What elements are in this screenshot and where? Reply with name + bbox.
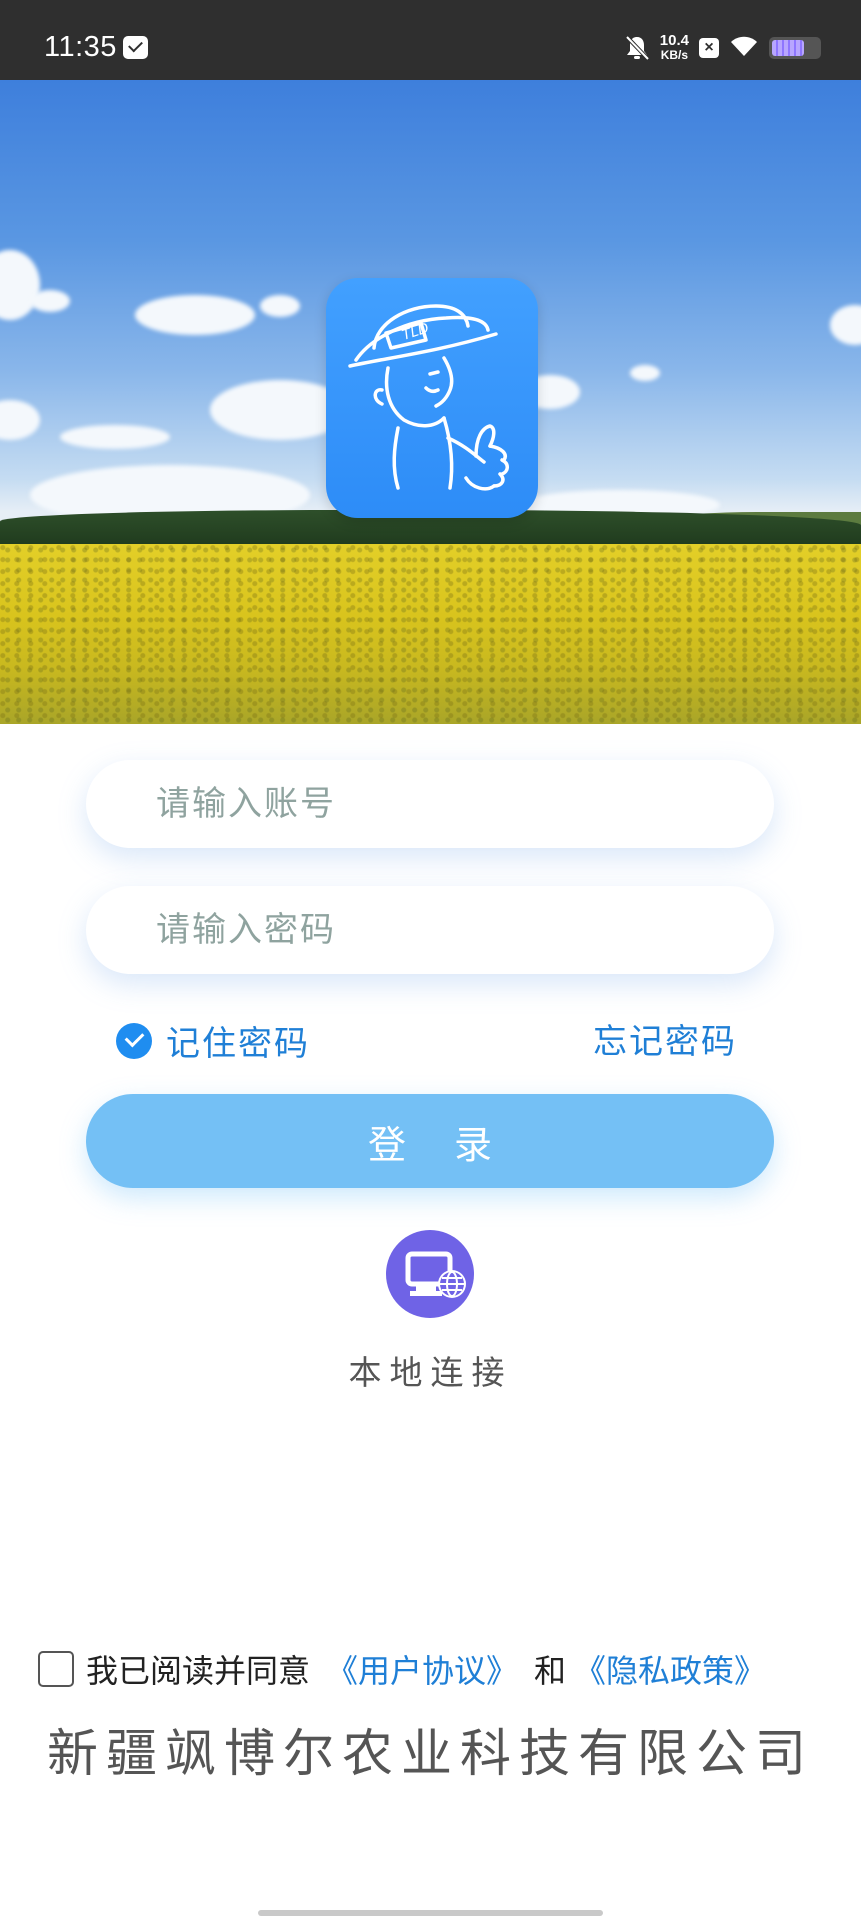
close-box-icon: ×: [699, 38, 719, 58]
app-logo: TLD: [326, 278, 538, 518]
rapeseed-field: [0, 544, 861, 724]
login-button[interactable]: 登 录: [86, 1094, 774, 1188]
message-icon: [123, 36, 148, 59]
account-field[interactable]: [86, 760, 774, 848]
password-input[interactable]: [156, 886, 736, 974]
checked-circle-icon[interactable]: [116, 1022, 152, 1059]
agreement-row: 我已阅读并同意 《用户协议》 和 《隐私政策》: [38, 1646, 766, 1692]
local-connect-icon: [386, 1230, 474, 1318]
hero-banner: TLD: [0, 80, 861, 724]
local-connect-label[interactable]: 本地连接: [300, 1346, 561, 1394]
agreement-text: 我已阅读并同意: [86, 1652, 311, 1690]
agreement-joiner: 和: [534, 1652, 567, 1690]
remember-password-label[interactable]: 记住密码: [166, 1016, 310, 1065]
battery-icon: [769, 37, 821, 59]
password-field[interactable]: [86, 886, 774, 974]
home-indicator[interactable]: [258, 1910, 603, 1916]
forgot-password-link[interactable]: 忘记密码: [593, 1014, 737, 1063]
network-speed-value: 10.4: [659, 32, 689, 49]
user-agreement-link[interactable]: 《用户协议》: [326, 1646, 518, 1692]
privacy-policy-link[interactable]: 《隐私政策》: [574, 1646, 766, 1692]
status-time: 11:35: [44, 31, 117, 63]
farmer-thumbs-up-icon: TLD: [348, 304, 509, 491]
local-connect-button[interactable]: [386, 1224, 474, 1324]
company-name: 新疆飒博尔农业科技有限公司: [46, 1725, 814, 1784]
agreement-checkbox[interactable]: [38, 1651, 74, 1687]
network-speed-unit: KB/s: [660, 48, 689, 62]
remember-password-toggle[interactable]: 记住密码: [116, 1016, 310, 1065]
mute-bell-icon: [624, 34, 650, 62]
network-speed: 10.4 KB/s: [659, 32, 689, 62]
status-bar: 11:35 10.4 KB/s ×: [0, 0, 861, 80]
status-icons: 10.4 KB/s ×: [624, 32, 821, 64]
wifi-icon: [729, 34, 759, 62]
account-input[interactable]: [156, 760, 736, 848]
